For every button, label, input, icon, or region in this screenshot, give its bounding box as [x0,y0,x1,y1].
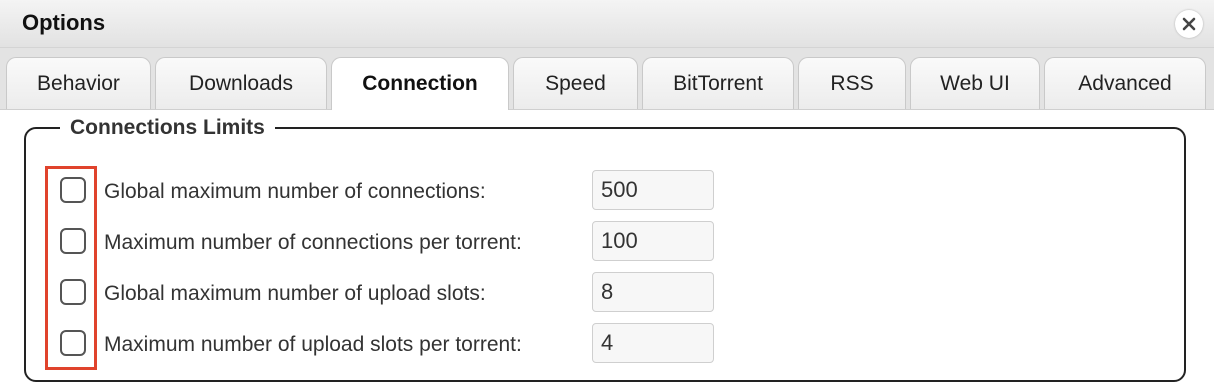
global-max-upload-slots-input[interactable] [592,272,714,312]
tab-bar: Behavior Downloads Connection Speed BitT… [0,48,1214,110]
connections-limits-legend: Connections Limits [70,116,265,139]
global-max-connections-label: Global maximum number of connections: [104,180,486,203]
close-icon [1182,17,1196,31]
tab-connection[interactable]: Connection [331,57,509,110]
tab-web-ui[interactable]: Web UI [910,57,1040,109]
global-max-connections-input[interactable] [592,170,714,210]
setting-row-global-max-upload-slots: Global maximum number of upload slots: [0,272,1214,316]
setting-row-global-max-connections: Global maximum number of connections: [0,170,1214,214]
tab-advanced[interactable]: Advanced [1044,57,1206,109]
tab-downloads[interactable]: Downloads [155,57,327,109]
dialog-title: Options [22,10,106,35]
max-upload-slots-per-torrent-label: Maximum number of upload slots per torre… [104,333,522,356]
tab-rss[interactable]: RSS [798,57,906,109]
tab-speed[interactable]: Speed [513,57,638,109]
tab-behavior[interactable]: Behavior [6,57,151,109]
max-upload-slots-per-torrent-input[interactable] [592,323,714,363]
global-max-upload-slots-label: Global maximum number of upload slots: [104,282,486,305]
max-connections-per-torrent-input[interactable] [592,221,714,261]
tab-bittorrent[interactable]: BitTorrent [642,57,794,109]
title-bar: Options [0,0,1214,48]
checkbox-highlight-box [45,166,97,370]
max-connections-per-torrent-label: Maximum number of connections per torren… [104,231,522,254]
close-button[interactable] [1175,10,1203,38]
options-dialog: Options Behavior Downloads Connection Sp… [0,0,1214,392]
setting-row-max-connections-per-torrent: Maximum number of connections per torren… [0,221,1214,265]
setting-row-max-upload-slots-per-torrent: Maximum number of upload slots per torre… [0,323,1214,367]
